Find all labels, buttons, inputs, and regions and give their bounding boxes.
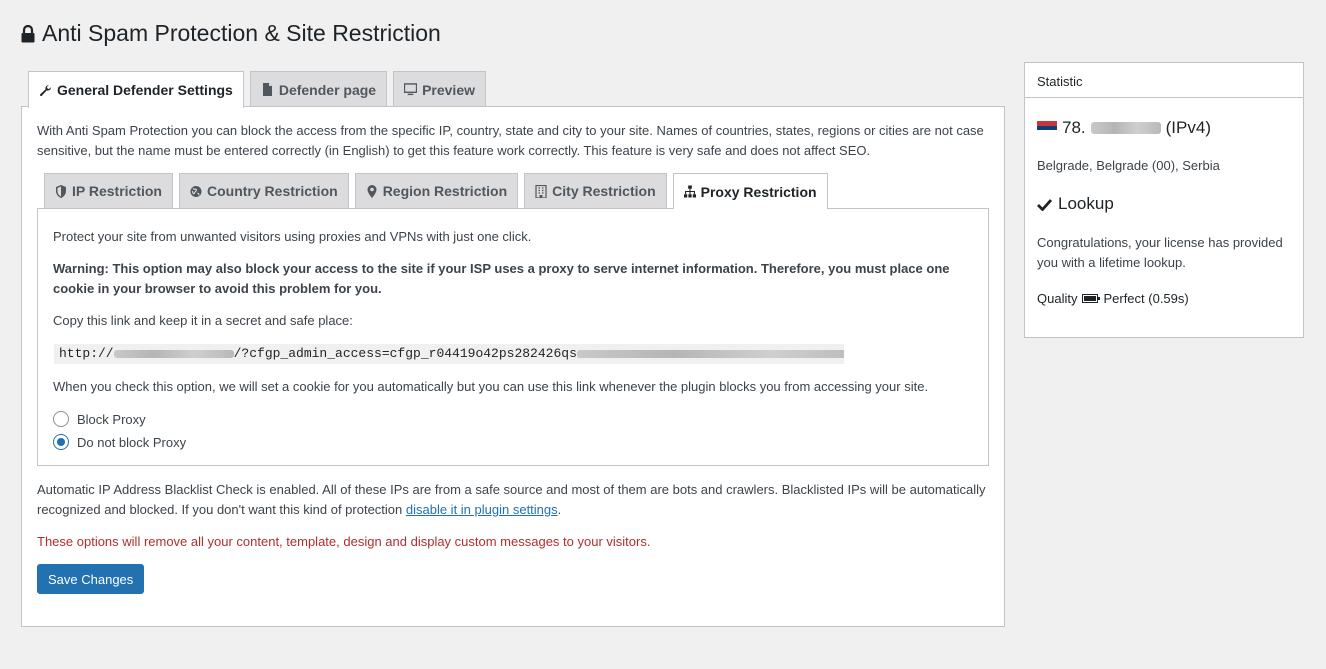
disable-blacklist-link[interactable]: disable it in plugin settings [406, 502, 558, 517]
do-not-block-proxy-option[interactable]: Do not block Proxy [53, 434, 186, 450]
ip-prefix: 78. [1062, 118, 1086, 137]
block-proxy-label: Block Proxy [77, 411, 146, 427]
location-text: Belgrade, Belgrade (00), Serbia [1037, 158, 1220, 173]
proxy-warning-text: Warning: This option may also block your… [53, 261, 950, 296]
proxy-lead-text: Protect your site from unwanted visitors… [53, 229, 532, 244]
statistic-title: Statistic [1025, 63, 1303, 98]
quality-label: Quality [1037, 291, 1078, 306]
statistic-box: Statistic 78. (IPv4) Belgrade, Belgrade … [1024, 62, 1304, 338]
auto-cookie-note: When you check this option, we will set … [53, 379, 929, 394]
blacklist-suffix: . [557, 502, 562, 517]
tab-ip-restriction[interactable]: IP Restriction [44, 173, 173, 208]
blacklist-notice: Automatic IP Address Blacklist Check is … [37, 480, 987, 520]
tab-label: Defender page [278, 81, 377, 98]
tab-label: City Restriction [552, 183, 656, 199]
general-settings-panel: With Anti Spam Protection you can block … [21, 106, 1005, 627]
tab-city-restriction[interactable]: City Restriction [524, 173, 667, 208]
tab-defender-page[interactable]: Defender page [249, 71, 388, 107]
redacted-token [576, 349, 844, 358]
redacted-ip [1090, 122, 1161, 134]
lookup-title: Lookup [1058, 194, 1114, 213]
tab-label: Preview [422, 81, 476, 98]
main-tabs: General Defender Settings Defender page … [28, 71, 487, 108]
lookup-text: Congratulations, your license has provid… [1037, 235, 1283, 270]
block-proxy-option[interactable]: Block Proxy [53, 411, 146, 427]
page-title: Anti Spam Protection & Site Restriction [20, 20, 441, 47]
tab-label: General Defender Settings [57, 82, 233, 98]
sitemap-icon [683, 185, 696, 198]
tab-label: IP Restriction [72, 183, 162, 199]
proxy-restriction-panel: Protect your site from unwanted visitors… [37, 208, 989, 466]
admin-access-link[interactable]: http:// /?cfgp_admin_access=cfgp_r04419o4… [54, 344, 844, 364]
restriction-tabs: IP Restriction Country Restriction Regio… [44, 173, 828, 209]
checkmark-icon [1037, 198, 1052, 211]
building-icon [535, 184, 547, 198]
quality-value: Perfect (0.59s) [1103, 291, 1189, 306]
monitor-icon [404, 83, 418, 96]
ip-address-line: 78. (IPv4) [1037, 118, 1211, 138]
tab-label: Country Restriction [207, 183, 338, 199]
do-not-block-proxy-label: Do not block Proxy [77, 434, 187, 450]
redacted-domain [113, 349, 234, 358]
danger-note: These options will remove all your conte… [37, 534, 651, 549]
block-proxy-radio[interactable] [53, 411, 69, 427]
save-changes-button[interactable]: Save Changes [37, 564, 145, 594]
lookup-heading: Lookup [1037, 194, 1114, 214]
link-visible: /?cfgp_admin_access=cfgp_r04419o42ps2824… [233, 346, 577, 361]
map-pin-icon [367, 184, 377, 198]
copy-link-hint: Copy this link and keep it in a secret a… [53, 313, 353, 328]
tab-preview[interactable]: Preview [393, 71, 487, 107]
file-icon [262, 83, 272, 96]
intro-text: With Anti Spam Protection you can block … [37, 123, 984, 158]
wrench-icon [39, 84, 52, 96]
tab-proxy-restriction[interactable]: Proxy Restriction [672, 173, 828, 209]
do-not-block-proxy-radio[interactable] [53, 434, 69, 450]
lock-icon [21, 24, 35, 42]
battery-icon [1082, 294, 1101, 303]
link-prefix: http:// [59, 346, 114, 361]
page-title-text: Anti Spam Protection & Site Restriction [42, 20, 441, 46]
shield-icon [56, 184, 66, 198]
serbia-flag-icon [1037, 121, 1057, 136]
ip-version: (IPv4) [1165, 118, 1211, 137]
quality-line: Quality Perfect (0.59s) [1037, 291, 1189, 306]
globe-icon [190, 185, 202, 197]
tab-country-restriction[interactable]: Country Restriction [179, 173, 349, 208]
tab-region-restriction[interactable]: Region Restriction [354, 173, 519, 208]
tab-general-defender-settings[interactable]: General Defender Settings [28, 71, 244, 108]
tab-label: Region Restriction [382, 183, 508, 199]
tab-label: Proxy Restriction [700, 183, 817, 200]
